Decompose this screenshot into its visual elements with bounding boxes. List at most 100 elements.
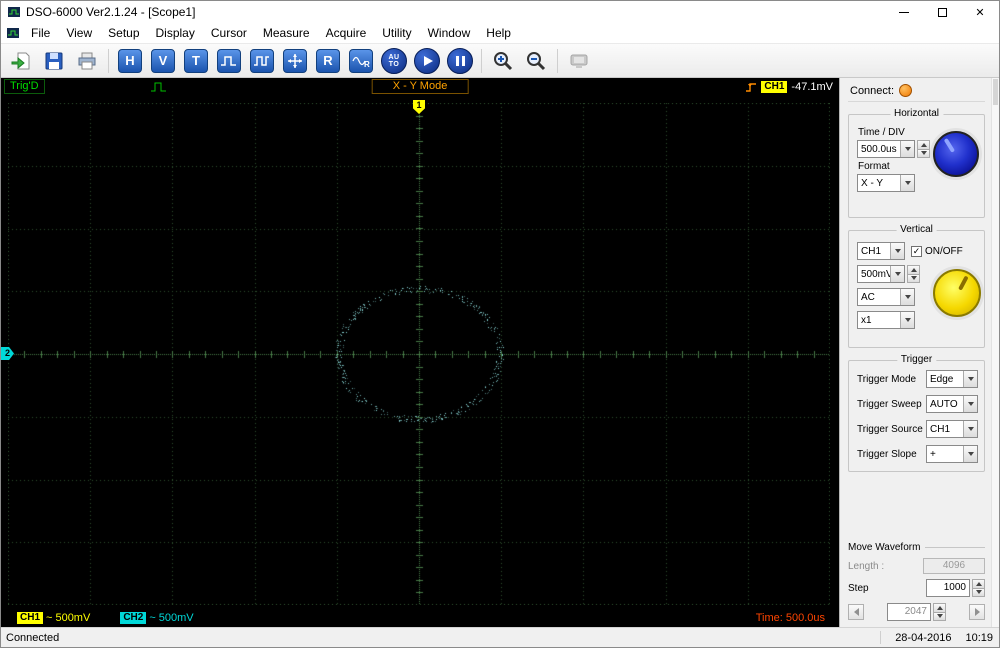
step-stepper[interactable]	[972, 579, 985, 597]
ch1-coupling: ~	[46, 612, 53, 624]
ch2-scale: 500mV	[158, 612, 194, 624]
remote-disabled-icon	[570, 54, 588, 68]
connection-status: Connected	[6, 631, 60, 644]
vertical-group: Vertical CH1 ✓ ON/OFF 500mV AC x1	[848, 224, 985, 348]
autoscale-button[interactable]	[280, 46, 310, 75]
knob-pointer	[943, 137, 956, 153]
time-div-stepper[interactable]	[917, 140, 930, 158]
ch2-coupling: ~	[149, 612, 156, 624]
menu-measure[interactable]: Measure	[255, 24, 318, 42]
remote-button[interactable]	[564, 46, 594, 75]
toolbar-separator	[108, 48, 109, 73]
horizontal-knob[interactable]	[933, 131, 979, 177]
chevron-down-icon[interactable]	[890, 243, 904, 259]
step-up-icon[interactable]	[907, 265, 920, 275]
menu-display[interactable]: Display	[148, 24, 203, 42]
channel-select[interactable]: CH1	[857, 242, 905, 260]
minimize-button[interactable]	[885, 1, 923, 23]
step-up-icon[interactable]	[933, 603, 946, 613]
divider	[880, 631, 882, 644]
chevron-down-icon[interactable]	[890, 266, 904, 282]
step-up-icon[interactable]	[917, 140, 930, 150]
scope-canvas[interactable]	[8, 103, 830, 605]
window-title: DSO-6000 Ver2.1.24 - [Scope1]	[26, 5, 196, 19]
scope-window-icon[interactable]	[6, 26, 20, 40]
zoom-out-button[interactable]	[521, 46, 551, 75]
horizontal-setup-button[interactable]: H	[115, 46, 145, 75]
chevron-down-icon[interactable]	[963, 371, 977, 387]
chevron-down-icon[interactable]	[900, 312, 914, 328]
divider	[925, 547, 985, 548]
trigger-slope-select[interactable]: +	[926, 445, 978, 463]
step-down-icon[interactable]	[972, 588, 985, 597]
volts-div-stepper[interactable]	[907, 265, 920, 283]
display-mode-label: X - Y Mode	[371, 79, 469, 94]
close-button[interactable]: ✕	[961, 1, 999, 23]
trigger-setup-button[interactable]: T	[181, 46, 211, 75]
single-waveform-icon	[217, 48, 241, 73]
coupling-select[interactable]: AC	[857, 288, 915, 306]
menu-view[interactable]: View	[58, 24, 100, 42]
print-button[interactable]	[72, 46, 102, 75]
step-down-icon[interactable]	[907, 274, 920, 283]
menu-window[interactable]: Window	[420, 24, 479, 42]
menu-file[interactable]: File	[23, 24, 58, 42]
move-right-button[interactable]	[969, 604, 985, 620]
step-down-icon[interactable]	[933, 612, 946, 621]
ref-waveform-button[interactable]: R	[346, 46, 376, 75]
menu-help[interactable]: Help	[478, 24, 519, 42]
record-button[interactable]: R	[313, 46, 343, 75]
step-field[interactable]: 1000	[926, 579, 970, 597]
pause-button[interactable]	[445, 46, 475, 75]
volts-div-select[interactable]: 500mV	[857, 265, 905, 283]
menu-cursor[interactable]: Cursor	[203, 24, 255, 42]
panel-scrollbar[interactable]	[991, 78, 999, 627]
maximize-button[interactable]	[923, 1, 961, 23]
menu-setup[interactable]: Setup	[100, 24, 147, 42]
chevron-down-icon[interactable]	[963, 396, 977, 412]
menu-utility[interactable]: Utility	[374, 24, 419, 42]
position-field[interactable]: 2047	[887, 603, 931, 621]
chevron-down-icon[interactable]	[900, 289, 914, 305]
channel-onoff-checkbox[interactable]: ✓	[911, 245, 922, 257]
position-stepper[interactable]	[933, 603, 946, 621]
single-waveform-button[interactable]	[214, 46, 244, 75]
time-div-select[interactable]: 500.0us	[857, 140, 915, 158]
save-icon	[45, 52, 63, 69]
trigger-group: Trigger Trigger Mode Edge Trigger Sweep …	[848, 354, 985, 472]
trigger-mode-select[interactable]: Edge	[926, 370, 978, 388]
format-select[interactable]: X - Y	[857, 174, 915, 192]
arrow-right-icon	[974, 608, 980, 616]
app-icon[interactable]	[7, 5, 21, 19]
trigger-status: Trig'D	[4, 79, 45, 94]
run-button[interactable]	[412, 46, 442, 75]
connect-indicator[interactable]	[899, 84, 913, 97]
save-button[interactable]	[39, 46, 69, 75]
vertical-setup-button[interactable]: V	[148, 46, 178, 75]
step-down-icon[interactable]	[917, 149, 930, 158]
probe-select[interactable]: x1	[857, 311, 915, 329]
timebase-readout: Time: 500.0us	[755, 612, 825, 624]
chevron-down-icon[interactable]	[900, 141, 914, 157]
length-label: Length :	[848, 560, 885, 572]
chevron-down-icon[interactable]	[963, 421, 977, 437]
vertical-knob[interactable]	[933, 269, 981, 317]
trigger-source-select[interactable]: CH1	[926, 420, 978, 438]
move-left-button[interactable]	[848, 604, 864, 620]
waveform-window-button[interactable]	[247, 46, 277, 75]
chevron-down-icon[interactable]	[963, 446, 977, 462]
scrollbar-thumb[interactable]	[993, 79, 998, 105]
menu-acquire[interactable]: Acquire	[318, 24, 375, 42]
scope-screen[interactable]: 1 2	[1, 95, 839, 609]
length-field: 4096	[923, 558, 985, 574]
autoset-button[interactable]: AU TO	[379, 46, 409, 75]
trigger-sweep-select[interactable]: AUTO	[926, 395, 978, 413]
chevron-down-icon[interactable]	[900, 175, 914, 191]
open-button[interactable]	[6, 46, 36, 75]
zoom-in-button[interactable]	[488, 46, 518, 75]
ref-waveform-icon: R	[349, 48, 373, 73]
ch1-readout: CH1 ~ 500mV	[17, 612, 90, 624]
step-up-icon[interactable]	[972, 579, 985, 589]
horizontal-group: Horizontal Time / DIV 500.0us Format X -…	[848, 108, 985, 218]
onoff-label: ON/OFF	[925, 245, 963, 257]
